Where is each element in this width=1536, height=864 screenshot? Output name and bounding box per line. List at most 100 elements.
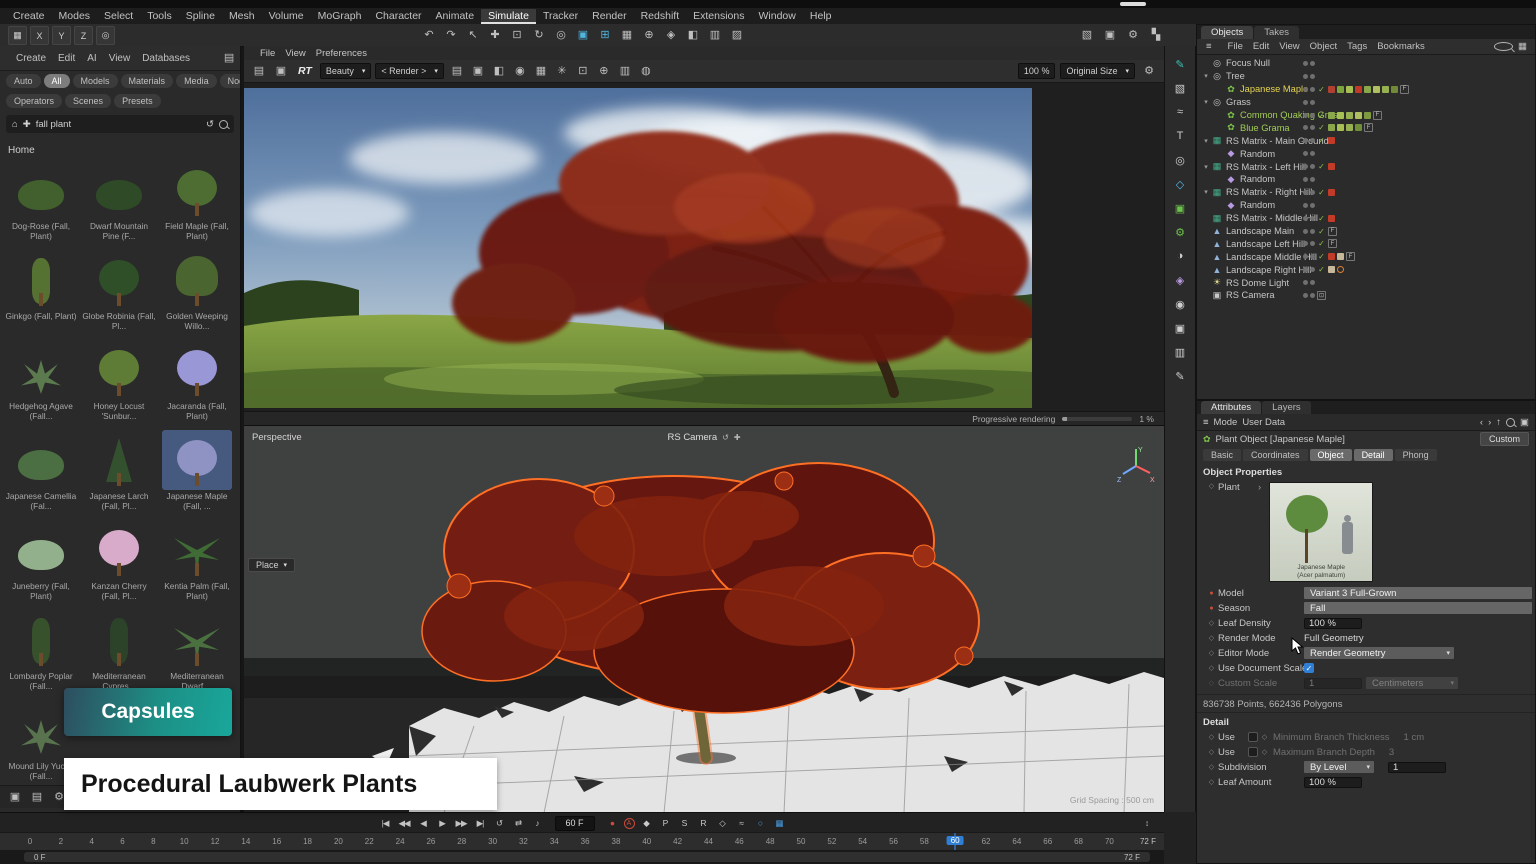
enabled-check-icon[interactable]: ✓ <box>1317 162 1326 171</box>
render-settings-gear-icon[interactable]: ⚙ <box>1140 62 1158 80</box>
attr-field[interactable]: 1 <box>1304 678 1362 689</box>
menu-item-window[interactable]: Window <box>752 9 803 24</box>
ab-menu-view[interactable]: View <box>103 52 137 65</box>
subdivision-mode-dropdown[interactable]: By Level▾ <box>1304 761 1374 773</box>
om-menu-bookmarks[interactable]: Bookmarks <box>1372 41 1430 52</box>
record-pla-button[interactable]: ≈ <box>734 816 749 830</box>
viewport-filter-icon[interactable]: ▥ <box>706 26 724 44</box>
history-icon[interactable]: ▣ <box>272 62 290 80</box>
editor-visibility-dot[interactable] <box>1303 113 1308 118</box>
next-key-button[interactable]: ▶▶ <box>454 816 469 830</box>
frame-label-32[interactable]: 32 <box>519 837 528 846</box>
animate-diamond-icon[interactable]: ◇ <box>1205 778 1218 786</box>
animate-diamond-icon[interactable]: ◇ <box>1205 649 1218 657</box>
asset-item[interactable]: Jacaranda (Fall, Plant) <box>158 338 236 428</box>
editor-visibility-dot[interactable] <box>1303 241 1308 246</box>
asset-item[interactable]: Hedgehog Agave (Fall... <box>2 338 80 428</box>
material-tag[interactable] <box>1337 253 1344 260</box>
enabled-check-icon[interactable]: ✓ <box>1317 136 1326 145</box>
axis-gizmo[interactable]: Y X Z <box>1116 444 1156 484</box>
render-visibility-dot[interactable] <box>1310 267 1315 272</box>
render-to-picture-viewer-button[interactable]: ▣ <box>1101 26 1119 44</box>
record-keyframe-button[interactable]: ● <box>605 816 620 830</box>
animate-diamond-icon[interactable]: ◇ <box>1258 733 1271 741</box>
asset-item[interactable]: Japanese Camellia (Fal... <box>2 428 80 518</box>
fcurve-tag-icon[interactable]: F <box>1364 123 1373 132</box>
asset-item[interactable]: Mediterranean Cypres... <box>80 608 158 698</box>
render-visibility-dot[interactable] <box>1310 113 1315 118</box>
asset-item[interactable]: Globe Robinia (Fall, Pl... <box>80 248 158 338</box>
camera-target-icon[interactable]: ⊡ <box>1317 291 1326 300</box>
render-visibility-dot[interactable] <box>1310 190 1315 195</box>
viewport-camera-label[interactable]: RS Camera ↺ ✚ <box>667 432 740 443</box>
keyframe-selection-button[interactable]: ◆ <box>639 816 654 830</box>
camera-move-icon[interactable]: ✚ <box>734 433 741 442</box>
leaf-amount-field[interactable]: 100 % <box>1304 777 1362 788</box>
capsule-icon[interactable]: ▨ <box>728 26 746 44</box>
attr-panel-tab-attributes[interactable]: Attributes <box>1201 401 1261 414</box>
frame-label-16[interactable]: 16 <box>272 837 281 846</box>
menu-item-help[interactable]: Help <box>803 9 839 24</box>
annotate-icon[interactable]: ✎ <box>1170 368 1190 384</box>
om-tab-objects[interactable]: Objects <box>1201 26 1253 39</box>
undo-button[interactable]: ↶ <box>420 26 438 44</box>
object-name[interactable]: Landscape Left Hill <box>1226 239 1305 249</box>
frame-label-34[interactable]: 34 <box>550 837 559 846</box>
previous-frame-button[interactable]: ◀ <box>416 816 431 830</box>
primitive-cube-icon[interactable]: ▧ <box>1170 80 1190 96</box>
attr-dropdown[interactable]: Fall <box>1304 602 1532 614</box>
autokey-button[interactable]: A <box>624 818 635 829</box>
place-tool-chip[interactable]: Place ▾ <box>248 558 295 572</box>
expand-arrow-icon[interactable]: › <box>1258 482 1261 582</box>
modeling-axis-icon[interactable]: ⊕ <box>640 26 658 44</box>
asset-item[interactable]: Kanzan Cherry (Fall, Pl... <box>80 518 158 608</box>
perspective-viewport[interactable]: Perspective RS Camera ↺ ✚ Place ▾ Y X Z … <box>244 425 1164 813</box>
go-to-start-button[interactable]: |◀ <box>378 816 393 830</box>
rt-mode-label[interactable]: RT <box>294 65 316 77</box>
editor-visibility-dot[interactable] <box>1303 254 1308 259</box>
menu-item-extensions[interactable]: Extensions <box>686 9 751 24</box>
enabled-check-icon[interactable]: ✓ <box>1317 123 1326 132</box>
frame-label-56[interactable]: 56 <box>889 837 898 846</box>
live-selection-tool[interactable]: ↖ <box>464 26 482 44</box>
object-row[interactable]: ✿Blue Grama✓F <box>1197 121 1535 134</box>
object-name[interactable]: Blue Grama <box>1240 123 1290 133</box>
user-data-button[interactable]: User Data <box>1242 417 1285 428</box>
frame-label-50[interactable]: 50 <box>797 837 806 846</box>
pass-dropdown[interactable]: Beauty▾ <box>320 63 372 79</box>
material-tag[interactable] <box>1364 86 1371 93</box>
asset-item[interactable]: Kentia Palm (Fall, Plant) <box>158 518 236 608</box>
editor-visibility-dot[interactable] <box>1303 87 1308 92</box>
animate-diamond-icon[interactable]: ◇ <box>1205 634 1218 642</box>
attr-tab-object[interactable]: Object <box>1310 449 1352 461</box>
forward-icon[interactable]: › <box>1488 417 1491 428</box>
layout-button[interactable]: ▚ <box>1147 26 1165 44</box>
object-name[interactable]: RS Camera <box>1226 290 1275 300</box>
object-name[interactable]: Random <box>1240 174 1275 184</box>
asset-item[interactable]: Field Maple (Fall, Plant) <box>158 158 236 248</box>
frame-label-2[interactable]: 2 <box>59 837 63 846</box>
workplane-icon[interactable]: ◈ <box>662 26 680 44</box>
menu-item-select[interactable]: Select <box>97 9 140 24</box>
use-checkbox[interactable] <box>1248 747 1258 757</box>
viewport-view-label[interactable]: Perspective <box>252 432 302 443</box>
menu-item-mesh[interactable]: Mesh <box>222 9 262 24</box>
frame-label-8[interactable]: 8 <box>151 837 155 846</box>
asset-sort-icon[interactable]: ▤ <box>28 788 46 806</box>
filter-tab-materials[interactable]: Materials <box>121 74 174 88</box>
filter-tab-media[interactable]: Media <box>176 74 217 88</box>
expander-icon[interactable]: ▾ <box>1201 188 1211 196</box>
text-tool-icon[interactable]: T <box>1170 128 1190 144</box>
render-visibility-dot[interactable] <box>1310 203 1315 208</box>
render-visibility-dot[interactable] <box>1310 293 1315 298</box>
ab-menu-create[interactable]: Create <box>10 52 52 65</box>
render-visibility-dot[interactable] <box>1310 125 1315 130</box>
enabled-check-icon[interactable]: ✓ <box>1317 227 1326 236</box>
back-icon[interactable]: ‹ <box>1480 417 1483 428</box>
frame-label-10[interactable]: 10 <box>180 837 189 846</box>
plant-preview-thumbnail[interactable]: Japanese Maple (Acer palmatum) <box>1269 482 1373 582</box>
up-icon[interactable]: ↑ <box>1496 417 1501 428</box>
editor-visibility-dot[interactable] <box>1303 203 1308 208</box>
ab-compare-icon[interactable]: ◧ <box>490 62 508 80</box>
render-visibility-dot[interactable] <box>1310 151 1315 156</box>
